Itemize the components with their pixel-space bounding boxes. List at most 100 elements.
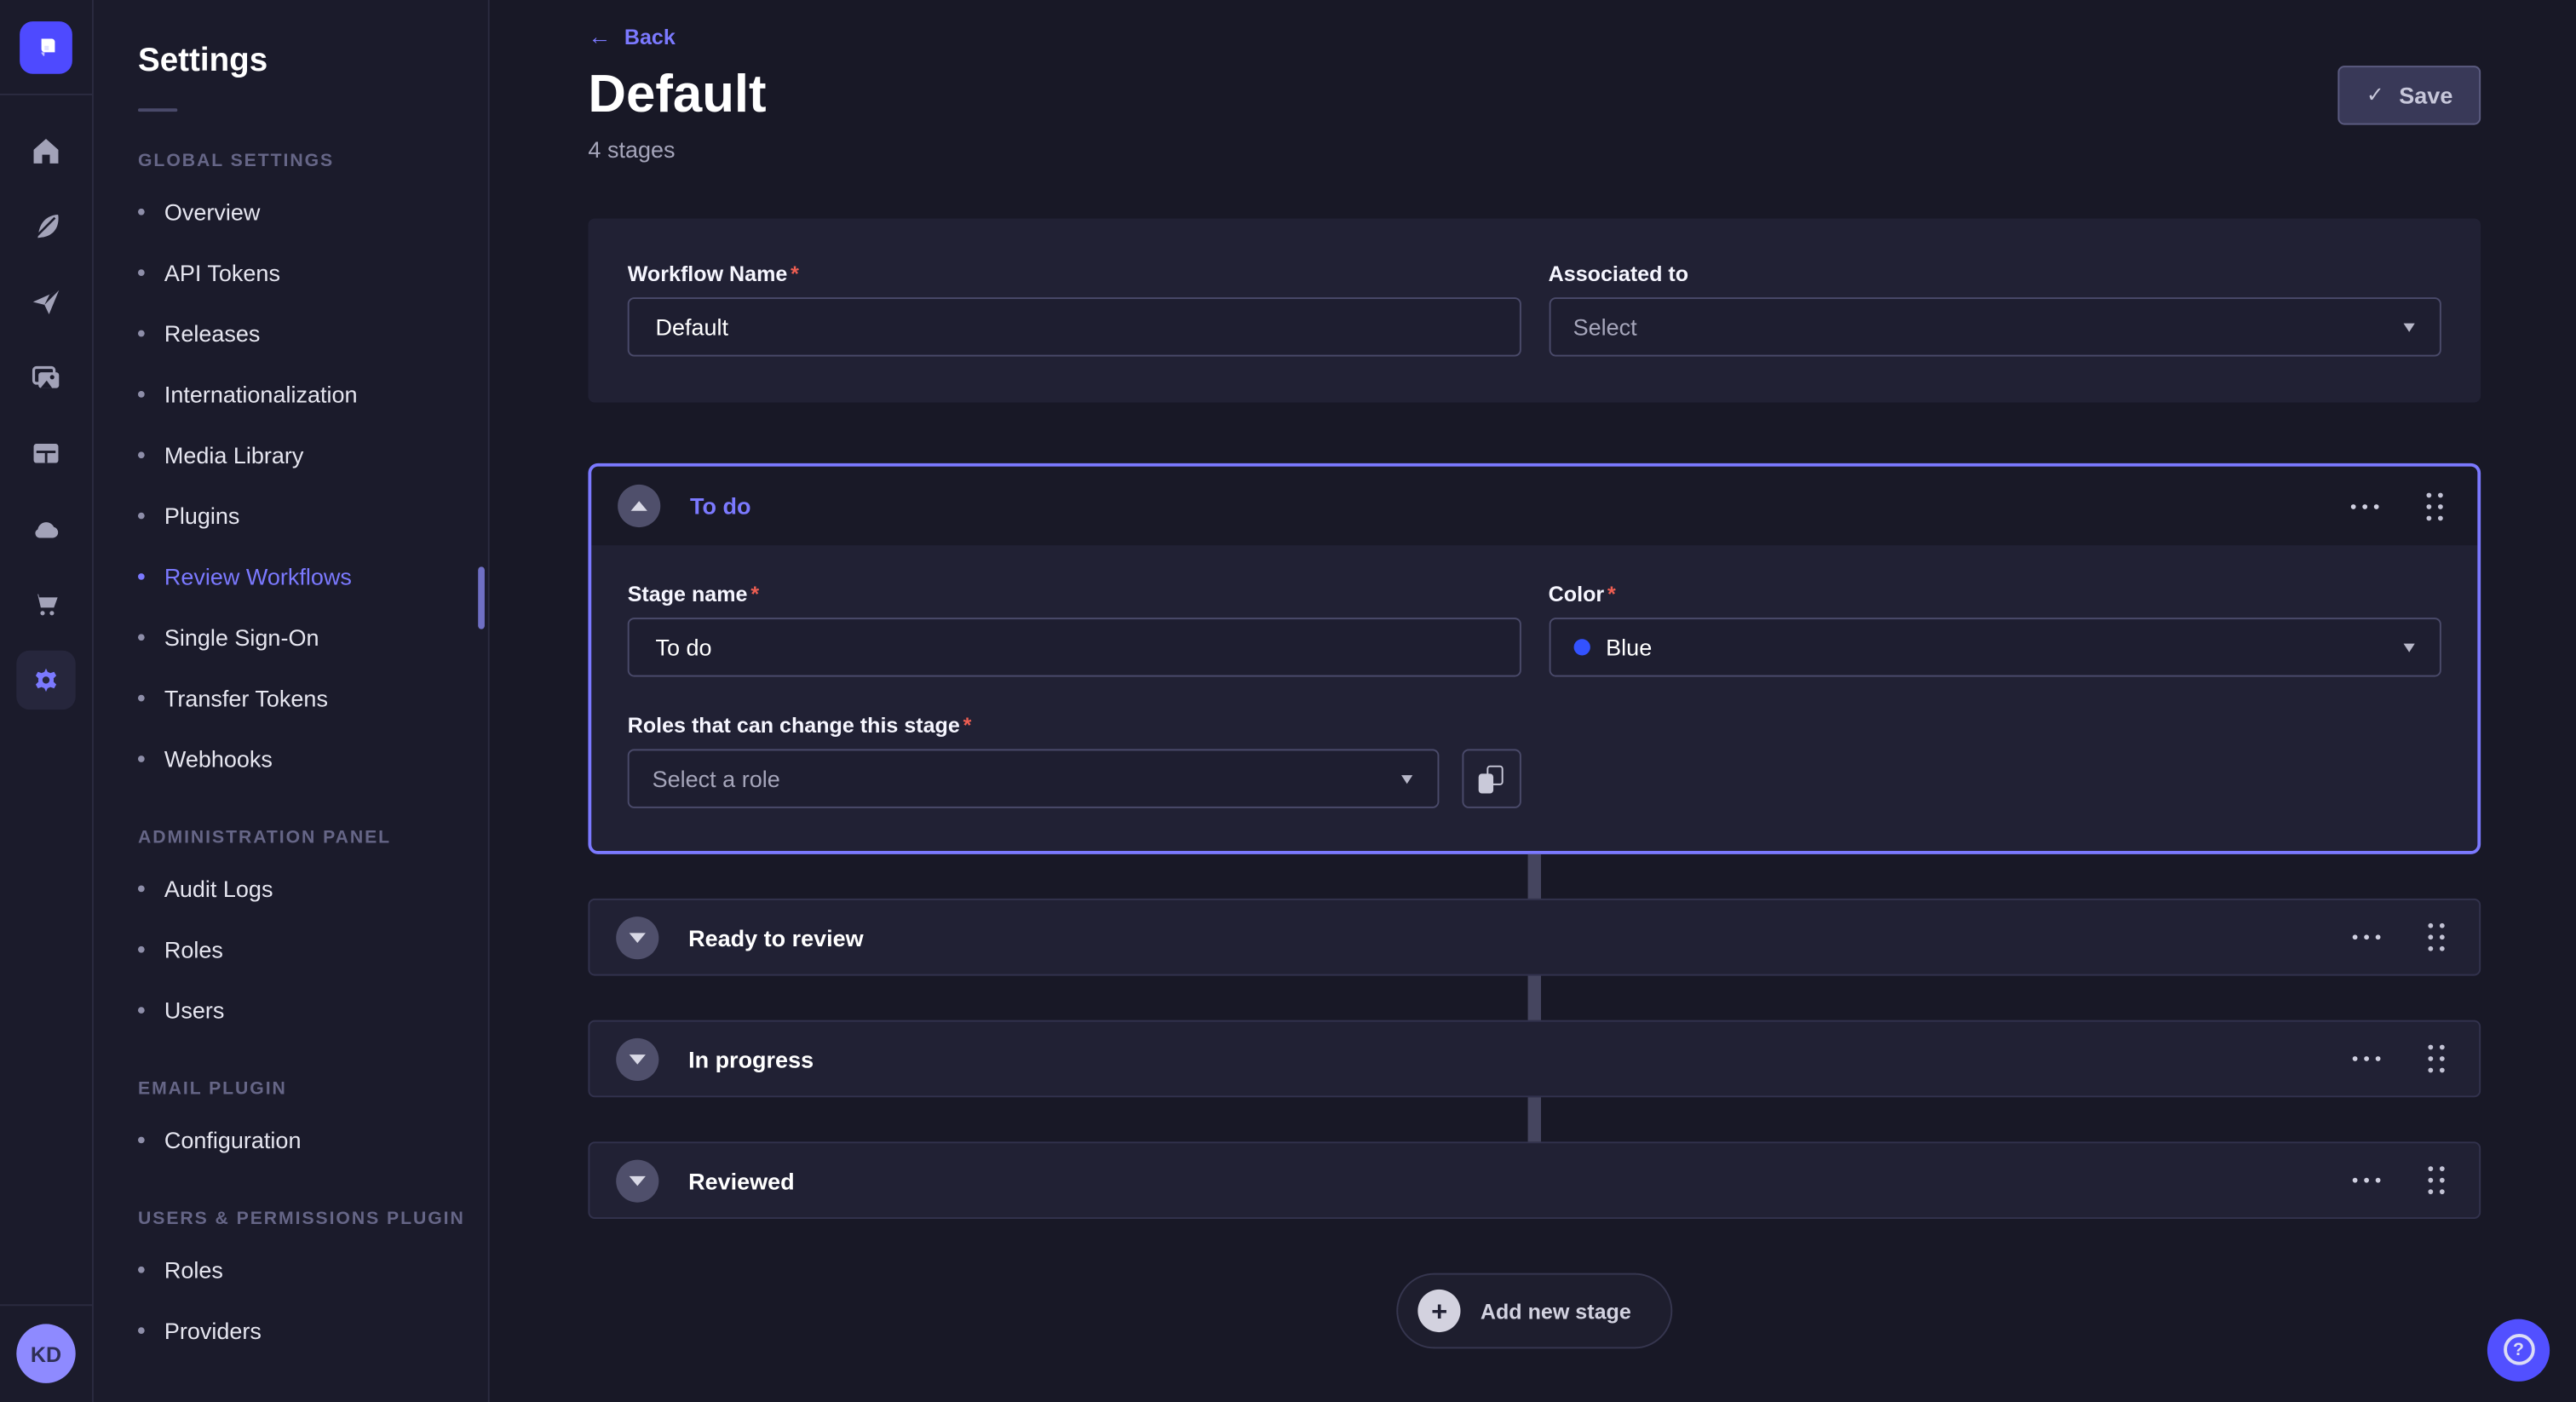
sidebar-item-internationalization[interactable]: Internationalization <box>138 363 488 423</box>
sidebar-item-webhooks[interactable]: Webhooks <box>138 727 488 788</box>
settings-gear-icon[interactable] <box>16 651 75 710</box>
home-icon[interactable] <box>16 122 75 181</box>
chevron-down-icon: ▼ <box>1397 770 1416 786</box>
chevron-up-icon <box>631 501 647 511</box>
stage-card-in-progress: In progress <box>588 1020 2481 1098</box>
bullet-icon <box>138 208 145 215</box>
section-label-email-plugin: EMAIL PLUGIN <box>138 1079 488 1099</box>
workspace-logo[interactable] <box>0 0 92 95</box>
expand-stage-button[interactable] <box>616 916 658 958</box>
sidebar-item-up-providers[interactable]: Providers <box>138 1299 488 1359</box>
subnav-scrollbar-thumb[interactable] <box>478 566 485 629</box>
stage-title: In progress <box>688 1046 2346 1072</box>
stage-name-label: Stage name* <box>628 582 1521 606</box>
stage-title: To do <box>690 493 2344 520</box>
sidebar-item-email-configuration[interactable]: Configuration <box>138 1109 488 1169</box>
sidebar-item-releases[interactable]: Releases <box>138 302 488 363</box>
paper-plane-icon[interactable] <box>16 273 75 331</box>
sidebar-item-single-sign-on[interactable]: Single Sign-On <box>138 606 488 667</box>
help-button[interactable]: ? <box>2487 1319 2550 1381</box>
stage-card-ready-to-review: Ready to review <box>588 899 2481 976</box>
sidebar-item-admin-roles[interactable]: Roles <box>138 918 488 979</box>
color-label: Color* <box>1549 582 2441 606</box>
collapse-stage-button[interactable] <box>618 485 660 527</box>
stage-more-menu-icon[interactable] <box>2346 928 2387 946</box>
stage-more-menu-icon[interactable] <box>2344 497 2385 514</box>
expand-stage-button[interactable] <box>616 1159 658 1202</box>
blue-color-dot-icon <box>1573 639 1590 655</box>
sidebar-item-transfer-tokens[interactable]: Transfer Tokens <box>138 667 488 727</box>
app-window: KD Settings GLOBAL SETTINGS Overview API… <box>0 0 2576 1402</box>
cloud-icon[interactable] <box>16 499 75 558</box>
bullet-icon <box>138 694 145 701</box>
copy-icon <box>1479 765 1504 793</box>
content-type-builder-icon[interactable] <box>16 197 75 256</box>
chevron-down-icon: ▼ <box>2400 639 2418 655</box>
bullet-icon <box>138 1006 145 1013</box>
bullet-icon <box>138 330 145 336</box>
bullet-icon <box>138 390 145 397</box>
drag-handle-icon[interactable] <box>2424 918 2450 956</box>
bullet-icon <box>138 885 145 892</box>
add-new-stage-button[interactable]: + Add new stage <box>1397 1273 1673 1349</box>
chevron-down-icon <box>630 1054 646 1064</box>
sidebar-item-audit-logs[interactable]: Audit Logs <box>138 858 488 918</box>
sidebar-item-review-workflows[interactable]: Review Workflows <box>138 545 488 606</box>
chevron-down-icon: ▼ <box>2400 319 2418 335</box>
drag-handle-icon[interactable] <box>2422 487 2448 525</box>
workflow-name-field: Workflow Name* <box>628 261 1521 357</box>
content-manager-icon[interactable] <box>16 424 75 483</box>
stage-title: Reviewed <box>688 1167 2346 1193</box>
media-library-icon[interactable] <box>16 348 75 407</box>
save-button[interactable]: ✓ Save <box>2338 66 2481 124</box>
sidebar-item-media-library[interactable]: Media Library <box>138 424 488 485</box>
expand-stage-button[interactable] <box>616 1037 658 1080</box>
associated-to-field: Associated to Select ▼ <box>1549 261 2441 357</box>
stage-more-menu-icon[interactable] <box>2346 1049 2387 1067</box>
bullet-icon <box>138 633 145 640</box>
bullet-icon <box>138 1326 145 1333</box>
stage-roles-field: Roles that can change this stage* Select… <box>628 713 1521 808</box>
bullet-icon <box>138 572 145 579</box>
settings-subnav: Settings GLOBAL SETTINGS Overview API To… <box>94 0 490 1402</box>
back-link[interactable]: ← Back <box>588 23 675 49</box>
main-content: ← Back Default 4 stages ✓ Save Workflow … <box>490 0 2576 1402</box>
bullet-icon <box>138 268 145 275</box>
roles-select[interactable]: Select a role ▼ <box>628 749 1439 807</box>
stage-name-field: Stage name* <box>628 582 1521 677</box>
stage-name-input[interactable] <box>628 618 1521 676</box>
strapi-logo-icon <box>20 20 72 73</box>
stage-connector <box>1528 976 1541 1020</box>
sidebar-item-overview[interactable]: Overview <box>138 181 488 241</box>
user-avatar[interactable]: KD <box>16 1324 75 1382</box>
color-select[interactable]: Blue ▼ <box>1549 618 2441 676</box>
subnav-title: Settings <box>138 43 488 80</box>
workflow-name-input[interactable] <box>628 297 1521 356</box>
sidebar-item-api-tokens[interactable]: API Tokens <box>138 241 488 302</box>
question-mark-icon: ? <box>2503 1334 2534 1365</box>
sidebar-item-plugins[interactable]: Plugins <box>138 485 488 545</box>
associated-to-label: Associated to <box>1549 261 2441 286</box>
workflow-name-label: Workflow Name* <box>628 261 1521 286</box>
chevron-down-icon <box>630 1175 646 1186</box>
associated-to-select[interactable]: Select ▼ <box>1549 297 2441 356</box>
drag-handle-icon[interactable] <box>2424 1161 2450 1198</box>
bullet-icon <box>138 1136 145 1143</box>
stage-connector <box>1528 1097 1541 1141</box>
main-nav-rail: KD <box>0 0 94 1402</box>
marketplace-cart-icon[interactable] <box>16 575 75 634</box>
sidebar-item-up-roles[interactable]: Roles <box>138 1238 488 1299</box>
stage-more-menu-icon[interactable] <box>2346 1171 2387 1189</box>
required-asterisk: * <box>1607 582 1616 606</box>
section-label-administration-panel: ADMINISTRATION PANEL <box>138 828 488 848</box>
duplicate-stage-button[interactable] <box>1461 749 1520 807</box>
stages-list: To do Stage name* Col <box>588 463 2481 1348</box>
page-title: Default <box>588 62 766 124</box>
bullet-icon <box>138 451 145 457</box>
sidebar-item-admin-users[interactable]: Users <box>138 979 488 1039</box>
stage-card-reviewed: Reviewed <box>588 1141 2481 1219</box>
required-asterisk: * <box>963 713 972 738</box>
section-label-global-settings: GLOBAL SETTINGS <box>138 151 488 170</box>
chevron-down-icon <box>630 932 646 942</box>
drag-handle-icon[interactable] <box>2424 1040 2450 1077</box>
